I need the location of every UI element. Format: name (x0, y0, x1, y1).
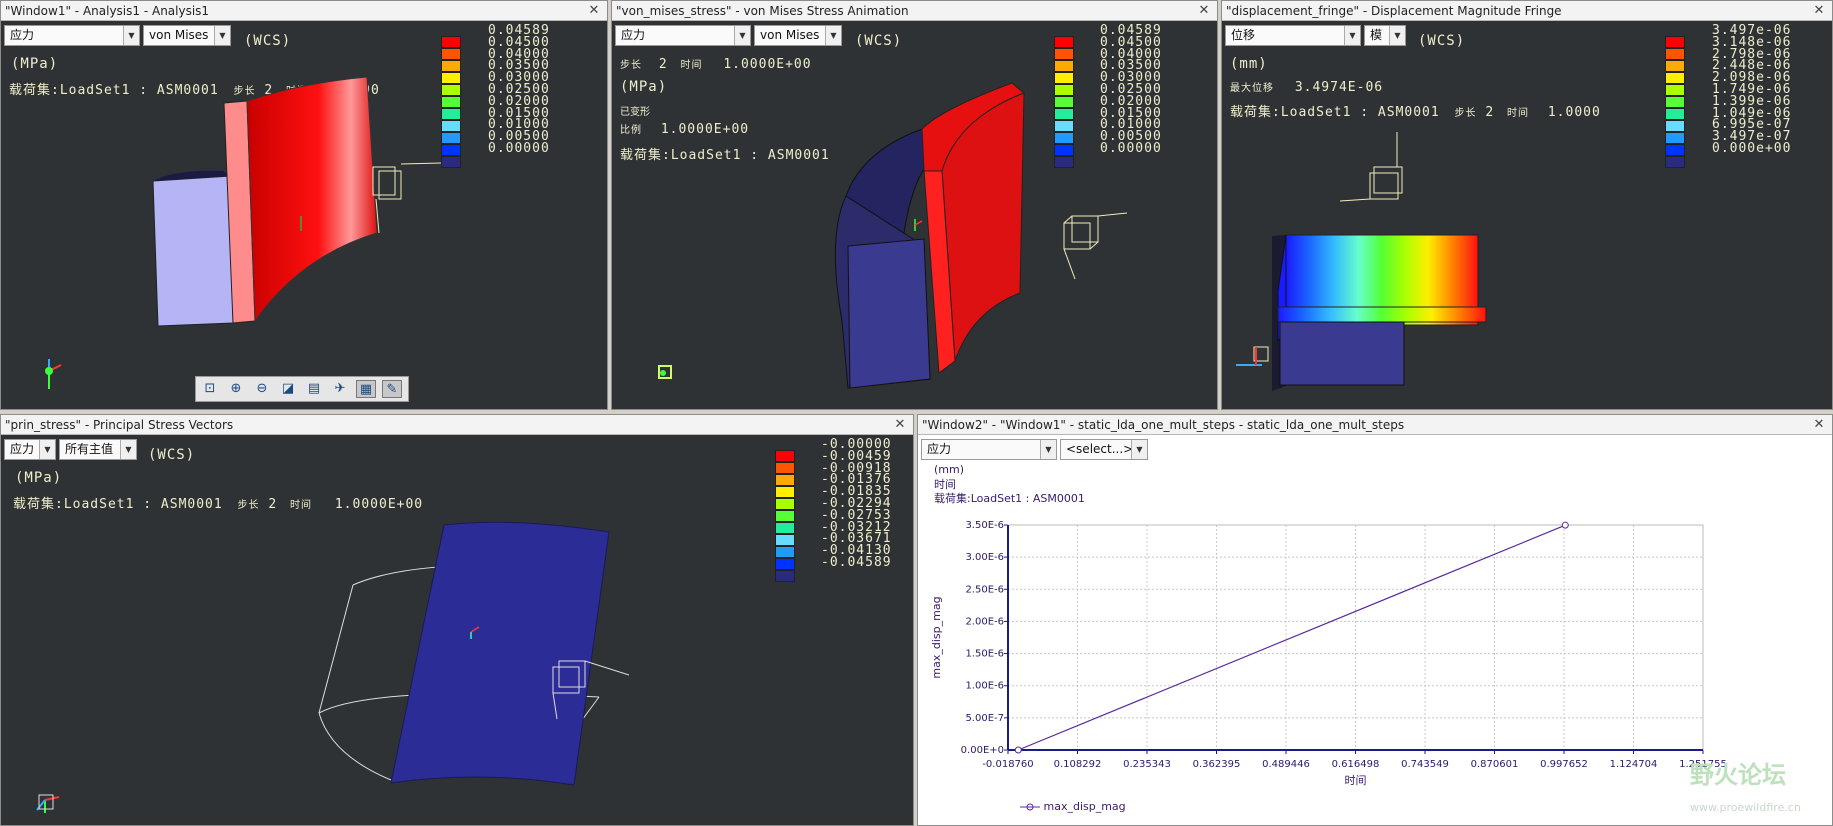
legend-swatch (775, 558, 795, 570)
x-axis-label: 时间 (1345, 774, 1367, 787)
display-style-icon[interactable]: ▦ (356, 380, 376, 398)
legend-swatch (775, 534, 795, 546)
model-view[interactable] (1222, 21, 1822, 406)
close-icon[interactable]: ✕ (587, 1, 601, 21)
x-tick-label: 0.362395 (1193, 759, 1241, 770)
legend-swatch (775, 474, 795, 486)
y-tick-label: 2.00E-6 (965, 616, 1004, 627)
chevron-down-icon[interactable]: ▼ (1040, 440, 1056, 459)
watermark-logo: 野火论坛 (1690, 761, 1786, 789)
window-title: "Window2" - "Window1" - static_lda_one_m… (918, 415, 1832, 435)
zoom-fit-icon[interactable]: ⊡ (200, 380, 220, 398)
refit-icon[interactable]: ◪ (278, 380, 298, 398)
zoom-in-icon[interactable]: ⊕ (226, 380, 246, 398)
x-tick-label: 0.235343 (1123, 759, 1171, 770)
window-displacement-fringe[interactable]: "displacement_fringe" - Displacement Mag… (1221, 0, 1833, 410)
model-view[interactable] (1, 435, 761, 825)
close-icon[interactable]: ✕ (1812, 415, 1826, 435)
y-tick-label: 1.50E-6 (965, 649, 1004, 660)
y-tick-label: 5.00E-7 (965, 713, 1004, 724)
legend-swatch (775, 498, 795, 510)
legend-swatch (775, 450, 795, 462)
watermark-url: www.proewildfire.cn (1690, 801, 1801, 814)
model-view[interactable] (612, 21, 1212, 406)
close-icon[interactable]: ✕ (893, 415, 907, 435)
close-icon[interactable]: ✕ (1812, 1, 1826, 21)
y-tick-label: 0.00E+0 (961, 745, 1004, 756)
data-point (1014, 746, 1022, 754)
legend-entry: max_disp_mag (1020, 800, 1126, 813)
window-analysis1[interactable]: "Window1" - Analysis1 - Analysis1 ✕ 应力 ▼ … (0, 0, 608, 410)
component-select[interactable]: <select...> ▼ (1060, 439, 1148, 460)
y-tick-label: 3.50E-6 (965, 520, 1004, 531)
legend-marker-icon (1020, 803, 1040, 811)
y-tick-label: 1.00E-6 (965, 681, 1004, 692)
legend-swatch (775, 522, 795, 534)
fringe-legend (775, 450, 795, 582)
x-tick-label: 0.997652 (1540, 759, 1588, 770)
legend-swatch (775, 546, 795, 558)
zoom-out-icon[interactable]: ⊖ (252, 380, 272, 398)
chevron-down-icon[interactable]: ▼ (1131, 440, 1147, 459)
graph-unit-label: (mm) (934, 463, 965, 476)
window-von-mises-stress[interactable]: "von_mises_stress" - von Mises Stress An… (611, 0, 1218, 410)
x-tick-label: 0.489446 (1262, 759, 1310, 770)
legend-swatch (775, 510, 795, 522)
x-tick-label: 0.108292 (1054, 759, 1102, 770)
window-title: "Window1" - Analysis1 - Analysis1 (1, 1, 607, 21)
window-graph[interactable]: "Window2" - "Window1" - static_lda_one_m… (917, 414, 1833, 826)
x-tick-label: 0.616498 (1332, 759, 1380, 770)
data-point (1561, 521, 1569, 529)
spin-icon[interactable]: ✈ (330, 380, 350, 398)
close-icon[interactable]: ✕ (1197, 1, 1211, 21)
series-line (1018, 524, 1566, 751)
print-icon[interactable]: ▤ (304, 380, 324, 398)
graph-loadset-label: 载荷集:LoadSet1 : ASM0001 (934, 492, 1085, 505)
legend-value: -0.04589 (821, 554, 892, 570)
result-quantity-select[interactable]: 应力 ▼ (921, 439, 1057, 460)
legend-swatch (775, 570, 795, 582)
window-title: "prin_stress" - Principal Stress Vectors (1, 415, 913, 435)
y-tick-label: 3.00E-6 (965, 552, 1004, 563)
window-title: "von_mises_stress" - von Mises Stress An… (612, 1, 1217, 21)
x-tick-label: 1.124704 (1610, 759, 1658, 770)
settings-icon[interactable]: ✎ (382, 380, 402, 398)
x-tick-label: -0.018760 (982, 759, 1033, 770)
legend-values: -0.00000 -0.00459 -0.00918 -0.01376 -0.01835… (821, 438, 892, 570)
displacement-chart[interactable]: -0.018760 0.108292 0.235343 0.362395 0.48944… (918, 505, 1818, 805)
window-principal-stress[interactable]: "prin_stress" - Principal Stress Vectors… (0, 414, 914, 826)
window-title: "displacement_fringe" - Displacement Mag… (1222, 1, 1832, 21)
legend-swatch (775, 462, 795, 474)
x-tick-label: 0.870601 (1471, 759, 1519, 770)
x-tick-label: 0.743549 (1401, 759, 1449, 770)
y-tick-label: 2.50E-6 (965, 584, 1004, 595)
model-view[interactable] (1, 21, 601, 401)
y-axis-label: max_disp_mag (930, 596, 943, 678)
view-toolbar: ⊡ ⊕ ⊖ ◪ ▤ ✈ ▦ ✎ (195, 376, 409, 402)
legend-swatch (775, 486, 795, 498)
